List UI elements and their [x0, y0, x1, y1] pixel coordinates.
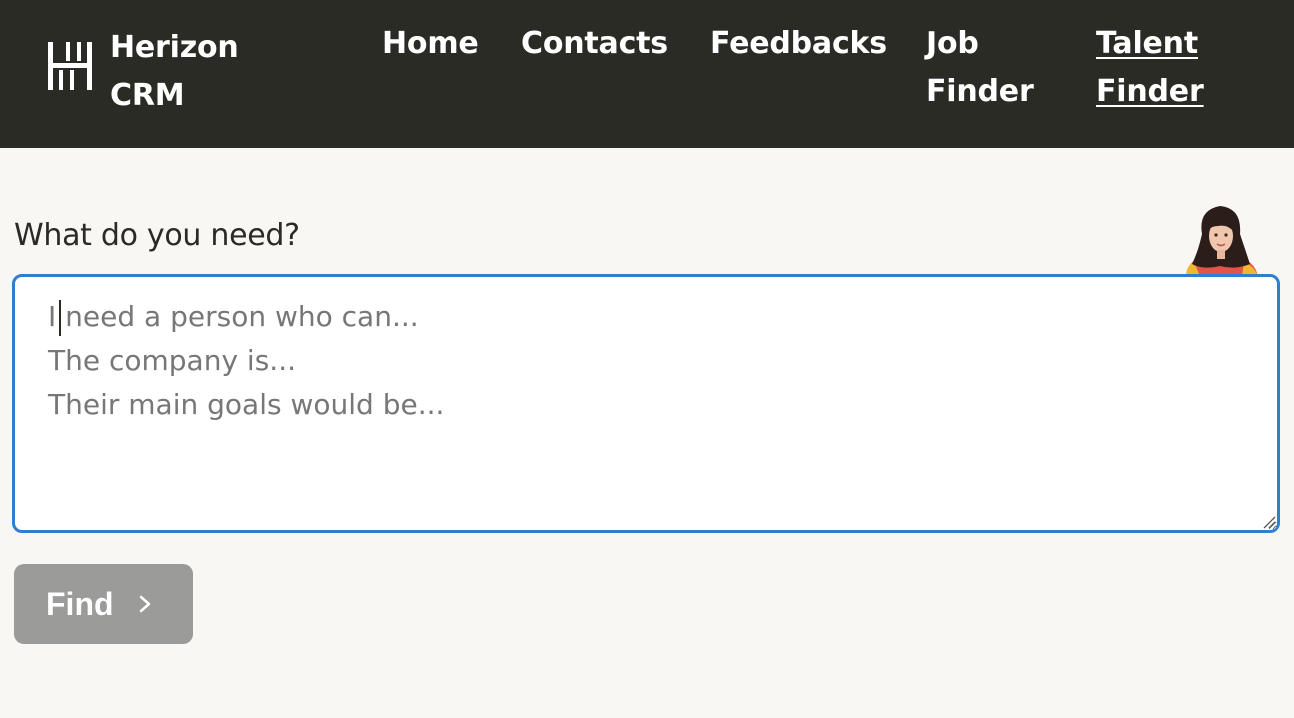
brand-home-link[interactable]: Herizon CRM [46, 24, 239, 113]
brand-name-line2: CRM [110, 78, 185, 113]
nav-contacts[interactable]: Contacts [521, 20, 668, 68]
brand-name: Herizon CRM [110, 24, 270, 120]
nav-home-label: Home [382, 26, 479, 61]
find-button-label: Find [46, 585, 114, 622]
chevron-right-icon [139, 595, 150, 613]
request-textarea-wrapper [12, 274, 1280, 533]
nav-home[interactable]: Home [382, 20, 479, 68]
nav-contacts-label: Contacts [521, 26, 668, 61]
find-button[interactable]: Find [14, 564, 193, 644]
nav-job-finder[interactable]: Job Finder [926, 20, 1034, 116]
brand-name-line1: Herizon [110, 30, 239, 65]
herizon-h-logo-icon [48, 42, 92, 90]
prompt-label: What do you need? [14, 218, 300, 253]
text-caret [59, 300, 61, 336]
request-textarea[interactable] [12, 274, 1280, 533]
nav-feedbacks[interactable]: Feedbacks [710, 20, 887, 68]
avatar-woman-photo [1186, 206, 1258, 276]
nav-talent-finder-line1: Talent [1096, 26, 1198, 61]
nav-job-finder-line2: Finder [926, 74, 1034, 109]
nav-job-finder-line1: Job [926, 26, 979, 61]
talent-finder-main: What do you need? Find [0, 148, 1294, 718]
top-navbar: Herizon CRM Home Contacts Feedbacks Job … [0, 0, 1294, 148]
resize-handle-icon[interactable] [1262, 515, 1276, 529]
nav-talent-finder-line2: Finder [1096, 74, 1204, 109]
nav-feedbacks-label: Feedbacks [710, 26, 887, 61]
nav-talent-finder[interactable]: Talent Finder [1096, 20, 1204, 116]
avatar [1180, 200, 1260, 276]
